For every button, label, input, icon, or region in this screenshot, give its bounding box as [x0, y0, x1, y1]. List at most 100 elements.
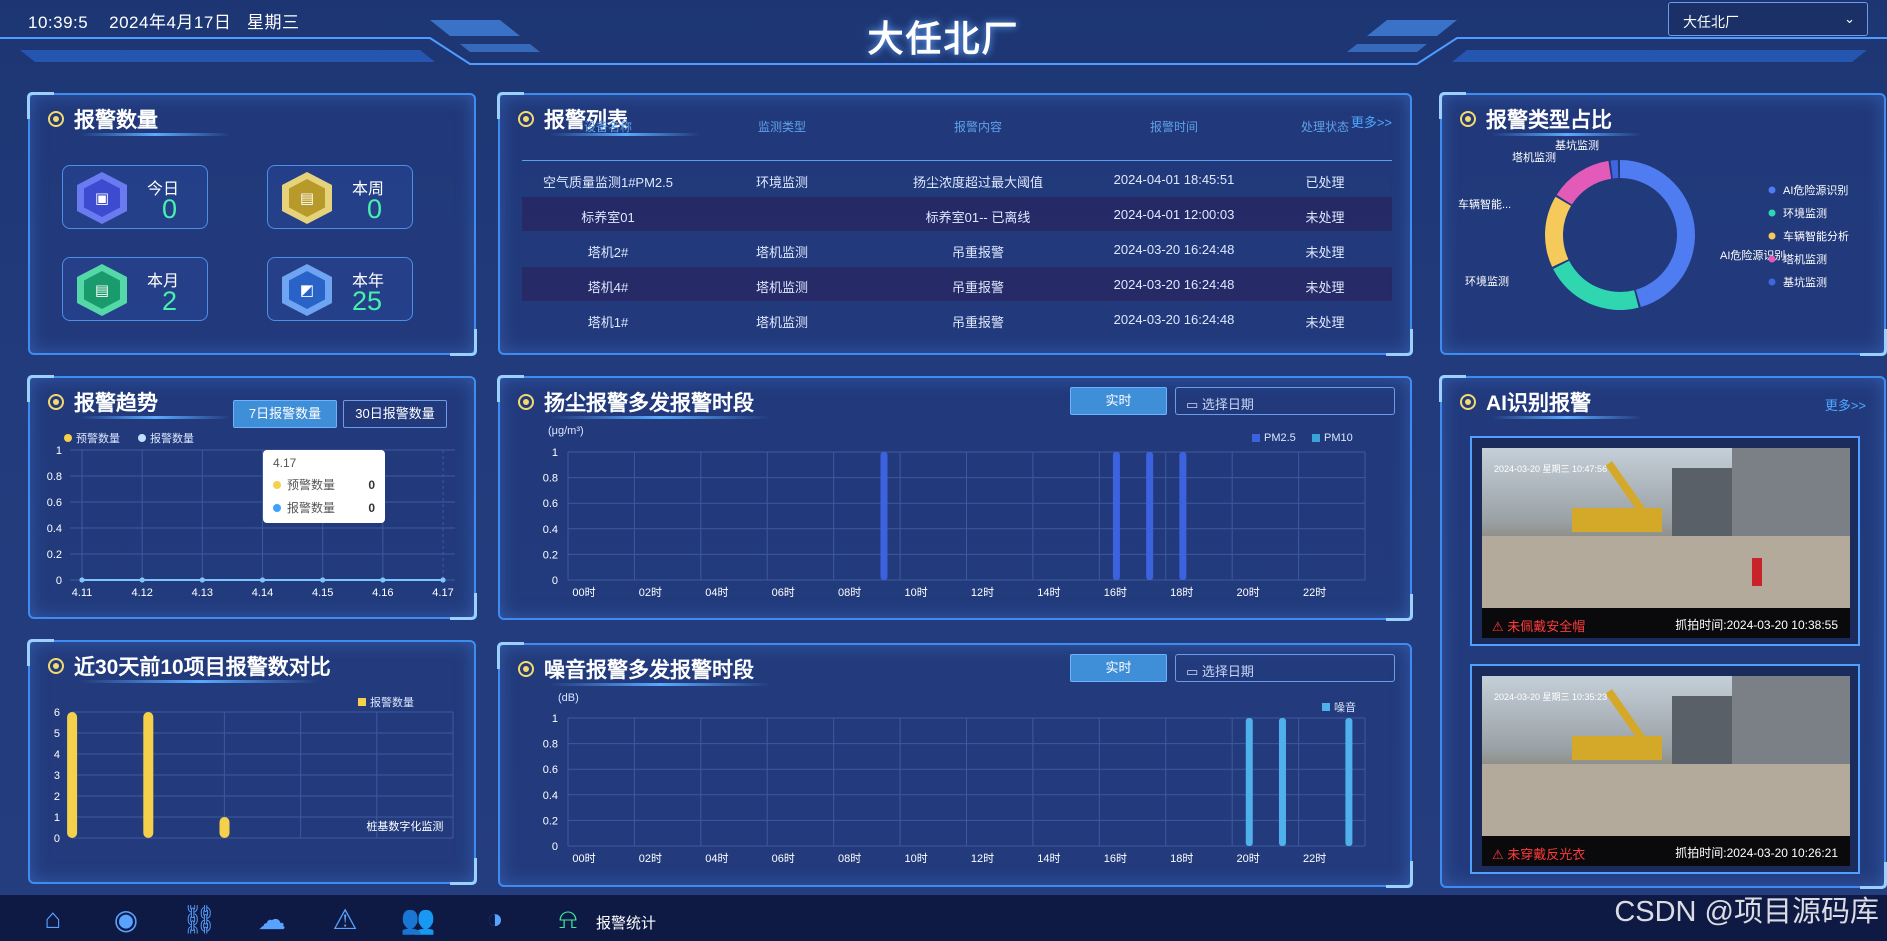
table-cell: 未处理: [1305, 245, 1345, 260]
more-link[interactable]: 更多>>: [1825, 395, 1866, 414]
table-row[interactable]: 标养室01 标养室01-- 已离线 2024-04-01 12:00:03 未处理: [522, 197, 1392, 231]
legend-label: 车辆智能分析: [1783, 229, 1849, 243]
table-cell: 塔机监测: [755, 315, 808, 330]
y-tick-label: 0.6: [47, 497, 62, 509]
x-tick-label: 16时: [1104, 586, 1127, 599]
y-tick-label: 1: [56, 445, 62, 457]
y-unit: (μg/m³): [548, 425, 584, 437]
tab-7-days[interactable]: 7日报警数量: [233, 400, 337, 428]
table-cell: 塔机2#: [587, 245, 629, 260]
y-tick-label: 0: [54, 833, 60, 845]
watermark: CSDN @项目源码库: [1614, 896, 1879, 928]
donut-slice: [1610, 160, 1619, 179]
date-picker[interactable]: ▭ 选择日期: [1175, 387, 1395, 415]
column-header: 处理状态: [1300, 120, 1349, 134]
camera-icon[interactable]: ◉: [108, 902, 144, 936]
legend-marker: [1768, 209, 1776, 217]
card-icon: ▤: [289, 179, 325, 217]
x-tick-label: 10时: [904, 586, 927, 599]
capture-info-bar: ⚠ 未佩戴安全帽 抓拍时间:2024-03-20 10:38:55: [1482, 608, 1850, 638]
x-tick-label: 02时: [639, 586, 662, 599]
bar: [1278, 718, 1286, 846]
capture-image: 2024-03-20 星期三 10:35:23: [1482, 676, 1850, 836]
nav-label-active[interactable]: 报警统计: [596, 912, 656, 933]
bar: [219, 817, 230, 838]
donut-slice: [1545, 196, 1571, 267]
realtime-button[interactable]: 实时: [1070, 387, 1167, 415]
panel-title: 报警数量: [48, 104, 158, 134]
callout-label: 环境监测: [1465, 274, 1509, 288]
x-tick-label: 06时: [772, 852, 795, 865]
y-tick-label: 0.2: [543, 815, 558, 827]
weather-icon[interactable]: ☁: [254, 902, 290, 936]
bar: [67, 712, 78, 838]
x-tick-label: 00时: [572, 586, 595, 599]
capture-info-bar: ⚠ 未穿戴反光衣 抓拍时间:2024-03-20 10:26:21: [1482, 836, 1850, 866]
chart-icon: ◩: [289, 271, 325, 309]
table-cell: 塔机监测: [755, 280, 808, 295]
calendar-icon: ▭: [1186, 397, 1199, 412]
noise-bar-chart: 0 0.2 0.4 0.6 0.8 1 00时 02时 04时 06时 08时 10时 12时 14时 16…: [543, 713, 1366, 865]
table-cell: 吊重报警: [951, 280, 1004, 295]
table-row[interactable]: 塔机2# 塔机监测 吊重报警 2024-03-20 16:24:48 未处理: [522, 232, 1392, 266]
warning-icon[interactable]: ⚠: [327, 902, 363, 936]
y-tick-label: 0.4: [543, 524, 558, 536]
x-tick-label: 22时: [1303, 852, 1326, 865]
x-tick-label: 14时: [1037, 586, 1060, 599]
legend-label: AI危险源识别: [1783, 183, 1848, 197]
table-row[interactable]: 空气质量监测1#PM2.5 环境监测 扬尘浓度超过最大阈值 2024-04-01 18…: [522, 162, 1392, 196]
table-cell: 扬尘浓度超过最大阈值: [912, 175, 1043, 190]
bar: [1146, 452, 1154, 580]
realtime-button[interactable]: 实时: [1070, 654, 1167, 682]
y-tick-label: 6: [54, 707, 60, 719]
x-tick-label: 18时: [1170, 852, 1193, 865]
pie-icon[interactable]: ◑: [477, 902, 513, 936]
x-tick-label: 4.13: [192, 587, 213, 599]
y-unit: (dB): [558, 692, 579, 704]
bar: [1112, 452, 1120, 580]
chevron-down-icon: ⌄: [1844, 11, 1855, 26]
ai-capture-card[interactable]: 2024-03-20 星期三 10:35:23 ⚠ 未穿戴反光衣 抓拍时间:20…: [1470, 664, 1860, 874]
y-tick-label: 1: [54, 812, 60, 824]
y-tick-label: 0.6: [543, 498, 558, 510]
y-tick-label: 0: [552, 841, 558, 853]
column-header: 报警内容: [953, 120, 1002, 134]
x-tick-label: 桩基数字化监测: [366, 819, 443, 833]
tab-30-days[interactable]: 30日报警数量: [343, 400, 447, 428]
home-icon[interactable]: ⌂: [35, 902, 71, 936]
window-icon: ▣: [84, 179, 120, 217]
legend-label: 塔机监测: [1783, 252, 1827, 266]
crane-icon[interactable]: ⛓: [181, 902, 217, 936]
donut-slice: [1620, 160, 1695, 308]
table-row[interactable]: 塔机1# 塔机监测 吊重报警 2024-03-20 16:24:48 未处理: [522, 302, 1392, 336]
dust-bar-chart: 0 0.2 0.4 0.6 0.8 1 00时 02时 04时 06时 08时 10时 12时 14时 16…: [543, 447, 1366, 599]
table-cell: 标养室01: [581, 210, 635, 225]
table-cell: 环境监测: [755, 175, 808, 190]
table-cell: 2024-03-20 16:24:48: [1113, 312, 1235, 327]
y-tick-label: 2: [54, 791, 60, 803]
table-cell: 2024-03-20 16:24:48: [1113, 277, 1235, 292]
legend-marker: [1768, 186, 1776, 194]
chart-tooltip: 4.17 预警数量 0 报警数量 0: [263, 450, 385, 523]
x-tick-label: 08时: [838, 586, 861, 599]
x-tick-label: 4.12: [131, 587, 152, 599]
x-tick-label: 12时: [971, 852, 994, 865]
ai-capture-card[interactable]: 2024-03-20 星期三 10:47:56 ⚠ 未佩戴安全帽 抓拍时间:20…: [1470, 436, 1860, 646]
data-point: [139, 577, 145, 583]
y-tick-label: 0.6: [543, 764, 558, 776]
table-cell: 未处理: [1305, 315, 1345, 330]
date-picker[interactable]: ▭ 选择日期: [1175, 654, 1395, 682]
column-header: 设备名称: [583, 120, 632, 134]
table-cell: 塔机监测: [755, 245, 808, 260]
panel-title: 扬尘报警多发报警时段: [518, 387, 754, 417]
factory-select[interactable]: 大任北厂 ⌄: [1668, 2, 1868, 36]
data-point: [260, 577, 265, 583]
x-tick-label: 16时: [1104, 852, 1127, 865]
alarm-icon: ⚠ 未穿戴反光衣: [1492, 847, 1586, 862]
alarm-icon[interactable]: ⍾: [550, 902, 586, 936]
table-row[interactable]: 塔机4# 塔机监测 吊重报警 2024-03-20 16:24:48 未处理: [522, 267, 1392, 301]
table-cell: 已处理: [1305, 175, 1345, 190]
users-icon[interactable]: 👥: [400, 902, 436, 936]
y-tick-label: 4: [54, 749, 60, 761]
legend-label: 基坑监测: [1783, 275, 1827, 289]
